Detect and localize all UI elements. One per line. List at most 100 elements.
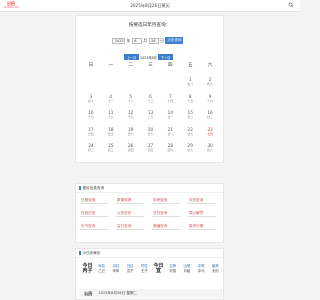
weekday-sat: 六 xyxy=(207,63,213,68)
weekday-mon: 一 xyxy=(108,63,113,68)
calendar-day[interactable]: 13 二十 xyxy=(141,110,161,119)
lunar-day: 初十 xyxy=(87,98,94,103)
tool-link[interactable]: 繁简转换 xyxy=(116,196,144,204)
month-unit: 月 xyxy=(143,37,148,43)
calendar-day[interactable]: 19 廿六 xyxy=(121,127,141,136)
calendar-day[interactable]: 22 廿九 xyxy=(180,127,200,136)
calendar-day[interactable]: 27 初五 xyxy=(141,143,161,152)
weekday-tue: 二 xyxy=(128,63,133,68)
tool-link[interactable]: 年龄查询 xyxy=(152,196,180,204)
lunar-day: 十一 xyxy=(107,98,114,103)
date-query-row: 2025 年 8 月 26 日 点击查询 xyxy=(112,37,184,44)
calendar-day[interactable]: 16 廿三 xyxy=(200,110,220,119)
lunar-day: 廿六 xyxy=(127,131,134,136)
current-month-label: 2025年8月 xyxy=(140,55,157,60)
tool-link[interactable]: 日期查询 xyxy=(80,196,108,204)
day-input[interactable]: 26 xyxy=(148,37,159,44)
calendar-day[interactable]: 21 廿八 xyxy=(160,127,180,136)
calendar-day[interactable]: 9 十六 xyxy=(200,94,220,103)
lunar-day: 十三 xyxy=(147,98,154,103)
calendar-day[interactable]: 7 十四 xyxy=(160,94,180,103)
calendar-day[interactable]: 23 七月 xyxy=(200,127,220,136)
calendar-day[interactable]: 1 初八 xyxy=(180,77,200,86)
lunar-day: 廿八 xyxy=(167,131,174,136)
lunar-day: 十八 xyxy=(107,115,114,119)
calendar-day[interactable]: 29 初七 xyxy=(180,143,200,152)
calendar-day[interactable]: 17 廿四 xyxy=(81,127,101,136)
tools-card: 便民信息查询 日期查询 繁简转换 年龄查询 农历查询在线日历 公历农历 节日查询 周公解梦天… xyxy=(75,183,224,243)
calendar-day[interactable]: 5 十二 xyxy=(121,94,141,103)
tool-link[interactable]: 天气查询 xyxy=(80,222,108,230)
lunar-day: 初二 xyxy=(87,148,94,152)
almanac-value: 天刑 xyxy=(211,269,219,273)
calendar-day[interactable]: 20 廿七 xyxy=(141,127,161,136)
calendar-prompt: 按要选日年月查询： xyxy=(128,23,171,28)
calendar-day[interactable]: 11 十八 xyxy=(101,110,121,119)
lunar-day: 七月 xyxy=(207,131,214,136)
calendar-day[interactable]: 18 廿五 xyxy=(101,127,121,136)
lunar-day: 初五 xyxy=(147,148,154,152)
calendar-day[interactable]: 8 十五 xyxy=(180,94,200,103)
notice-label: 公历 xyxy=(84,290,93,296)
lunar-day: 廿七 xyxy=(147,131,154,136)
weekday-thu: 四 xyxy=(168,63,173,68)
month-nav: 上一月 2025年8月 下一月 xyxy=(124,54,173,60)
page-title: 2025年8月26日黄历 xyxy=(130,3,170,8)
calendar-day[interactable]: 15 廿二 xyxy=(180,110,200,119)
tool-link[interactable]: 股市行情 xyxy=(188,222,216,230)
month-input[interactable]: 8 xyxy=(131,37,142,44)
notice-text: 2025年8月26日 星期二 xyxy=(98,291,138,295)
almanac-row: 今日 丙子 年柱 乙巳 月柱 甲申 日柱 戊子 时柱 壬子 今日宜吉神 天德 凶煞 月破 冲煞 冲马 值神 天刑 xyxy=(79,264,222,280)
tool-link[interactable]: 在线日历 xyxy=(80,209,108,217)
lunar-day: 初七 xyxy=(187,148,194,152)
almanac-item: 值神 天刑 xyxy=(207,264,224,274)
today-title: 今日老黄历 xyxy=(82,250,101,255)
lunar-day: 十四 xyxy=(167,98,174,103)
lunar-day: 廿五 xyxy=(107,131,114,136)
today-header: 今日老黄历 xyxy=(76,249,223,258)
calendar-day[interactable]: 24 初二 xyxy=(81,143,101,152)
year-input[interactable]: 2025 xyxy=(112,37,125,44)
prev-month-button[interactable]: 上一月 xyxy=(124,54,139,60)
calendar-day[interactable]: 25 初三 xyxy=(101,143,121,152)
tool-link[interactable]: 吉日查询 xyxy=(116,222,144,230)
query-button[interactable]: 点击查询 xyxy=(165,37,184,44)
weekday-header: 日 一 二 三 四 五 六 xyxy=(81,62,220,70)
lunar-day: 十七 xyxy=(87,115,94,119)
lunar-day: 初八 xyxy=(207,148,214,152)
lunar-day: 初四 xyxy=(127,148,134,152)
calendar-day[interactable]: 6 十三 xyxy=(141,94,161,103)
lunar-day: 廿九 xyxy=(187,131,194,136)
tools-title: 便民信息查询 xyxy=(82,185,105,190)
section-accent xyxy=(79,250,81,256)
year-unit: 年 xyxy=(126,37,131,43)
tool-link[interactable]: 邮编查询 xyxy=(152,222,180,230)
lunar-day: 初八 xyxy=(187,82,194,86)
day-unit: 日 xyxy=(160,37,164,43)
calendar-day[interactable]: 10 十七 xyxy=(81,110,101,119)
calendar-day[interactable]: 26 初四 xyxy=(121,143,141,152)
tool-link[interactable]: 公历农历 xyxy=(116,209,144,217)
top-bar: 日历 rili.xxxx.com 2025年8月26日黄历 xyxy=(0,0,300,12)
lunar-day: 初三 xyxy=(107,148,114,152)
weekday-sun: 日 xyxy=(88,63,94,68)
calendar-day[interactable]: 4 十一 xyxy=(101,94,121,103)
lunar-day: 廿四 xyxy=(87,131,94,136)
calendar-day[interactable]: 2 初九 xyxy=(200,77,220,86)
today-notice: 公历 2025年8月26日 星期二 xyxy=(79,289,222,298)
calendar-day[interactable]: 30 初八 xyxy=(200,143,220,152)
weekday-wed: 三 xyxy=(148,63,153,68)
search-icon[interactable] xyxy=(288,2,294,8)
tool-link[interactable]: 节日查询 xyxy=(152,209,180,217)
lunar-day: 廿三 xyxy=(207,115,214,119)
tool-link[interactable]: 农历查询 xyxy=(188,196,216,204)
lunar-day: 十六 xyxy=(207,98,214,103)
next-month-button[interactable]: 下一月 xyxy=(158,54,173,60)
calendar-day[interactable]: 14 廿一 xyxy=(160,110,180,119)
calendar-day[interactable]: 3 初十 xyxy=(81,94,101,103)
lunar-day: 十五 xyxy=(187,98,194,103)
tool-link[interactable]: 周公解梦 xyxy=(188,209,216,217)
section-accent xyxy=(79,185,81,191)
calendar-day[interactable]: 12 十九 xyxy=(121,110,141,119)
calendar-day[interactable]: 28 初六 xyxy=(160,143,180,152)
